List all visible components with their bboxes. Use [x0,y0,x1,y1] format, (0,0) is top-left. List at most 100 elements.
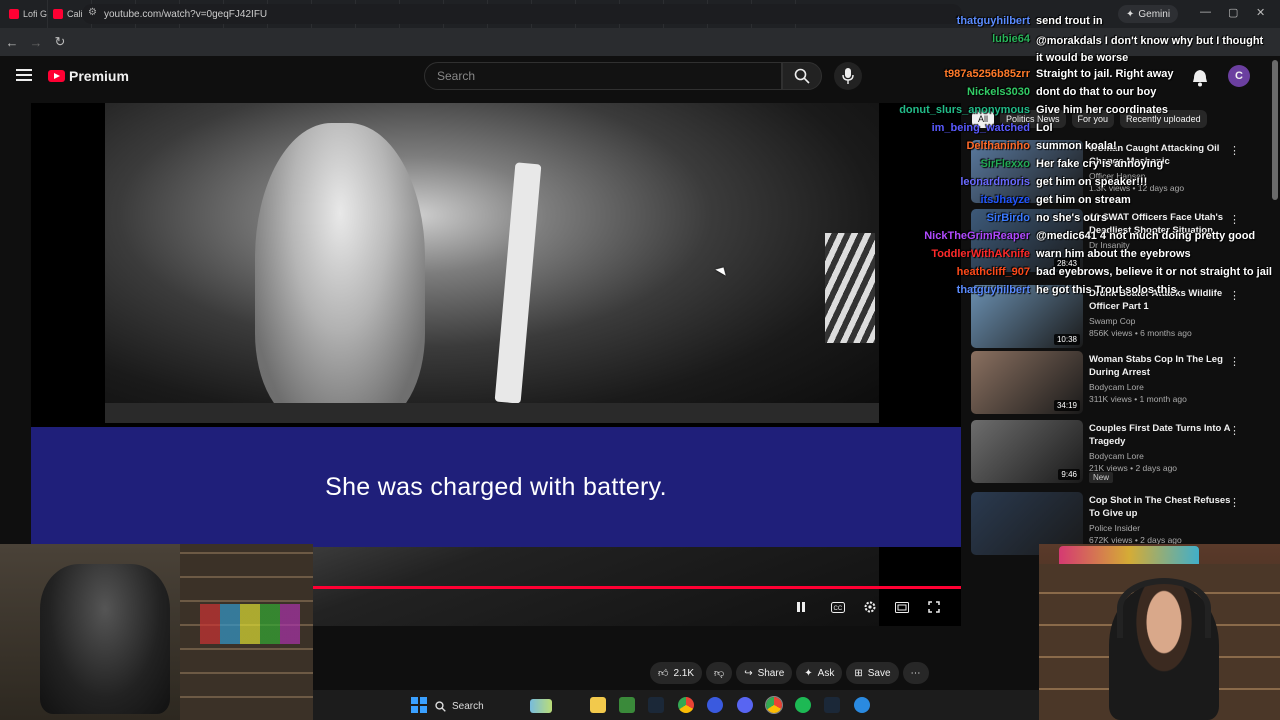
fullscreen-icon [928,601,940,613]
voice-search-button[interactable] [834,62,862,90]
spotify-icon[interactable] [795,697,811,713]
url-text: youtube.com/watch?v=0geqFJ42IFU [104,8,268,20]
chat-username: leonardmoris [960,176,1030,188]
search-icon [435,700,446,712]
theater-mode-button[interactable] [894,600,910,614]
video-thumbnail[interactable]: 34:19 [971,351,1083,414]
dislike-button[interactable]: 👎︎ [706,662,733,684]
app-icon[interactable] [619,697,635,713]
chrome-icon[interactable] [678,697,694,713]
recommended-video[interactable]: 34:19 Woman Stabs Cop In The Leg During A… [971,351,1271,415]
caption-band: She was charged with battery. [31,427,961,547]
more-options-icon[interactable]: ⋮ [1229,424,1240,437]
bookmark-icon: ⊞ [854,667,863,679]
channel-name[interactable]: Bodycam Lore [1089,382,1144,392]
share-icon: ↪ [744,667,753,679]
video-thumbnail[interactable]: 9:46 [971,420,1083,483]
menu-icon[interactable] [16,69,32,81]
search-input[interactable]: Search [424,62,782,90]
forward-icon[interactable]: → [24,35,48,50]
chat-overlay: thatguyhilbert send trout in lubie64 @morak… [899,12,1280,302]
channel-name[interactable]: Police Insider [1089,523,1140,533]
video-divider [105,403,879,423]
more-actions-button[interactable]: ⋯ [902,662,929,684]
chat-username: heathcliff_907 [956,266,1030,278]
site-info-icon[interactable]: ⚙ [88,7,97,18]
chat-text: Her fake cry is annoying [1036,158,1164,170]
address-bar[interactable]: ⚙ youtube.com/watch?v=0geqFJ42IFU [82,4,962,24]
channel-name[interactable]: Bodycam Lore [1089,451,1144,461]
theater-icon [895,601,909,613]
captions-button[interactable]: CC [830,600,846,614]
taskbar-search[interactable]: Search [435,697,595,715]
chat-text: bad eyebrows, believe it or not straight… [1036,266,1272,278]
youtube-play-icon [48,70,65,82]
more-options-icon[interactable]: ⋮ [1229,496,1240,509]
youtube-logo[interactable]: Premium [48,68,129,84]
chat-username: Delthaninho [966,140,1030,152]
chat-text: send trout in [1036,15,1103,27]
steam-alt-icon[interactable] [824,697,840,713]
search-button[interactable] [782,62,822,90]
share-button[interactable]: ↪ Share [736,662,793,684]
file-explorer-icon[interactable] [590,697,606,713]
chat-username: SirFlexxo [980,158,1030,170]
video-actions: 👍︎ 2.1K 👎︎ ↪ Share ✦ Ask ⊞ Save ⋯ [650,662,929,684]
chat-text: Lol [1036,122,1053,134]
chat-text: Give him her coordinates [1036,104,1169,116]
edge-icon[interactable] [854,697,870,713]
video-caption: She was charged with battery. [325,472,667,501]
shield-app-icon[interactable] [707,697,723,713]
pause-button[interactable] [793,600,809,614]
webcam-toys [200,604,300,644]
chat-text: @morakdals I don't know why but I though… [1036,35,1264,64]
windows-start-icon[interactable] [411,697,427,713]
video-duration: 34:19 [1053,400,1080,411]
chat-text: dont do that to our boy [1036,86,1157,98]
webcam-headset [1117,578,1211,638]
like-button[interactable]: 👍︎ 2.1K [650,662,703,684]
fullscreen-button[interactable] [926,600,942,614]
sparkle-icon: ✦ [804,667,813,679]
ask-button[interactable]: ✦ Ask [796,662,843,684]
chat-username: Nickels3030 [967,86,1030,98]
new-badge: New [1089,472,1114,483]
reload-icon[interactable]: ↻ [48,34,72,50]
microphone-icon [842,68,854,84]
chat-username: NickTheGrimReaper [924,230,1030,242]
brand-label: Premium [69,68,129,84]
video-meta: 856K views • 6 months ago [1089,328,1192,338]
steam-icon[interactable] [648,697,664,713]
video-frame [105,103,879,423]
chat-username: itsJhayze [980,194,1030,206]
video-title[interactable]: Woman Stabs Cop In The Leg During Arrest [1089,353,1237,379]
progress-bar[interactable] [313,586,961,589]
chat-username: im_being_watched [931,122,1030,134]
more-options-icon[interactable]: ⋮ [1229,355,1240,368]
chat-text: @medic641 4 not much doing pretty good [1036,230,1256,242]
channel-name[interactable]: Swamp Cop [1089,316,1135,326]
video-title[interactable]: Cop Shot in The Chest Refuses To Give up [1089,494,1237,520]
taskbar-search-label: Search [452,700,484,712]
recommended-video[interactable]: 9:46 Couples First Date Turns Into A Trag… [971,420,1271,484]
chrome-active-icon[interactable] [765,696,783,714]
webcam-streamer [1039,544,1280,720]
svg-text:CC: CC [834,606,843,612]
video-figure [255,123,425,423]
chat-username: t987a5256b85zrr [944,68,1030,80]
video-duration: 9:46 [1058,469,1080,480]
chat-username: lubie64 [992,33,1030,45]
settings-button[interactable] [862,600,878,614]
screen: Lofi GiCaliforTBC ClCoupleThe MInfiltrat… [0,0,1280,720]
discord-icon[interactable] [737,697,753,713]
pause-icon [797,602,805,612]
chat-username: thatguyhilbert [956,284,1030,296]
chat-text: no she's ours [1036,212,1108,224]
back-icon[interactable]: ← [0,35,24,50]
chat-text: get him on speaker!!! [1036,176,1148,188]
save-button[interactable]: ⊞ Save [846,662,899,684]
youtube-icon [53,9,63,19]
video-title[interactable]: Couples First Date Turns Into A Tragedy [1089,422,1237,448]
thumbs-up-icon: 👍︎ [658,668,669,679]
browser-tab[interactable]: Lofi Gi [4,0,48,28]
